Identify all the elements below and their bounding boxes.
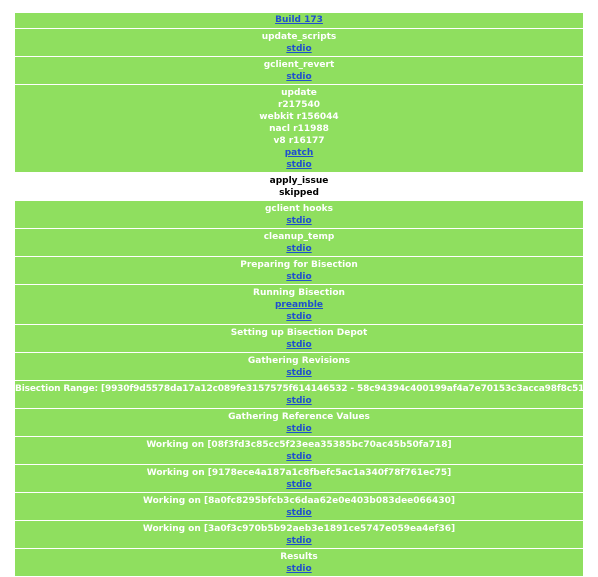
build-step: Gathering Revisions stdio bbox=[15, 353, 583, 380]
build-step: cleanup_temp stdio bbox=[15, 229, 583, 256]
step-name: gclient_revert bbox=[263, 60, 335, 70]
step-link-preamble[interactable]: preamble bbox=[15, 299, 583, 311]
build-step: apply_issueskipped bbox=[15, 173, 583, 200]
step-link-stdio[interactable]: stdio bbox=[15, 563, 583, 575]
build-step: Working on [08f3fd3c85cc5f23eea35385bc70… bbox=[15, 437, 583, 464]
step-name: gclient hooks bbox=[264, 204, 333, 214]
step-name: Working on [08f3fd3c85cc5f23eea35385bc70… bbox=[146, 440, 452, 450]
step-name: Running Bisection bbox=[253, 288, 345, 298]
step-detail: r217540 bbox=[277, 100, 320, 110]
step-link-stdio[interactable]: stdio bbox=[15, 479, 583, 491]
step-link-stdio[interactable]: stdio bbox=[15, 339, 583, 351]
step-link-stdio[interactable]: stdio bbox=[15, 159, 583, 171]
step-link-stdio[interactable]: stdio bbox=[15, 243, 583, 255]
step-name: Results bbox=[280, 552, 318, 562]
step-name: update_scripts bbox=[261, 32, 337, 42]
build-steps-list: Build 173 update_scripts stdio gclient_rev… bbox=[15, 13, 595, 577]
build-step: Working on [3a0f3c970b5b92aeb3e1891ce574… bbox=[15, 521, 583, 548]
build-step: Gathering Reference Values stdio bbox=[15, 409, 583, 436]
step-name: Gathering Reference Values bbox=[228, 412, 370, 422]
step-detail: nacl r11988 bbox=[269, 124, 329, 134]
step-link-stdio[interactable]: stdio bbox=[15, 451, 583, 463]
step-link-stdio[interactable]: stdio bbox=[15, 367, 583, 379]
step-name: apply_issue bbox=[269, 176, 329, 186]
step-link-stdio[interactable]: stdio bbox=[15, 423, 583, 435]
step-detail: webkit r156044 bbox=[259, 112, 339, 122]
step-link-stdio[interactable]: stdio bbox=[15, 271, 583, 283]
step-link-stdio[interactable]: stdio bbox=[15, 395, 583, 407]
step-name: Working on [3a0f3c970b5b92aeb3e1891ce574… bbox=[142, 524, 456, 534]
step-link-stdio[interactable]: stdio bbox=[15, 535, 583, 547]
step-name: update bbox=[281, 88, 317, 98]
build-step: Working on [9178ece4a187a1c8fbefc5ac1a34… bbox=[15, 465, 583, 492]
step-name: Working on [8a0fc8295bfcb3c6daa62e0e403b… bbox=[143, 496, 455, 506]
step-link-stdio[interactable]: stdio bbox=[15, 311, 583, 323]
step-name: Bisection Range: [9930f9d5578da17a12c089… bbox=[15, 384, 595, 394]
step-detail: skipped bbox=[279, 188, 319, 198]
build-step: Running Bisection preamble stdio bbox=[15, 285, 583, 324]
build-step: update_scripts stdio bbox=[15, 29, 583, 56]
step-link-patch[interactable]: patch bbox=[15, 147, 583, 159]
build-step: Setting up Bisection Depot stdio bbox=[15, 325, 583, 352]
build-step: Working on [8a0fc8295bfcb3c6daa62e0e403b… bbox=[15, 493, 583, 520]
step-link-stdio[interactable]: stdio bbox=[15, 215, 583, 227]
build-step: gclient hooks stdio bbox=[15, 201, 583, 228]
step-link-stdio[interactable]: stdio bbox=[15, 507, 583, 519]
build-step: gclient_revert stdio bbox=[15, 57, 583, 84]
build-step: update r217540 webkit r156044 nacl r11988 v8… bbox=[15, 85, 583, 172]
step-detail: v8 r16177 bbox=[273, 136, 325, 146]
step-name: cleanup_temp bbox=[263, 232, 335, 242]
step-link-stdio[interactable]: stdio bbox=[15, 43, 583, 55]
build-header: Build 173 bbox=[15, 13, 583, 28]
step-name: Gathering Revisions bbox=[247, 356, 351, 366]
step-name: Preparing for Bisection bbox=[240, 260, 358, 270]
step-container: update_scripts stdio gclient_revert stdio up… bbox=[15, 29, 595, 576]
build-step: Bisection Range: [9930f9d5578da17a12c089… bbox=[15, 381, 595, 408]
build-step: Preparing for Bisection stdio bbox=[15, 257, 583, 284]
step-name: Working on [9178ece4a187a1c8fbefc5ac1a34… bbox=[146, 468, 452, 478]
step-link-stdio[interactable]: stdio bbox=[15, 71, 583, 83]
build-link[interactable]: Build 173 bbox=[15, 14, 583, 26]
step-name: Setting up Bisection Depot bbox=[230, 328, 368, 338]
